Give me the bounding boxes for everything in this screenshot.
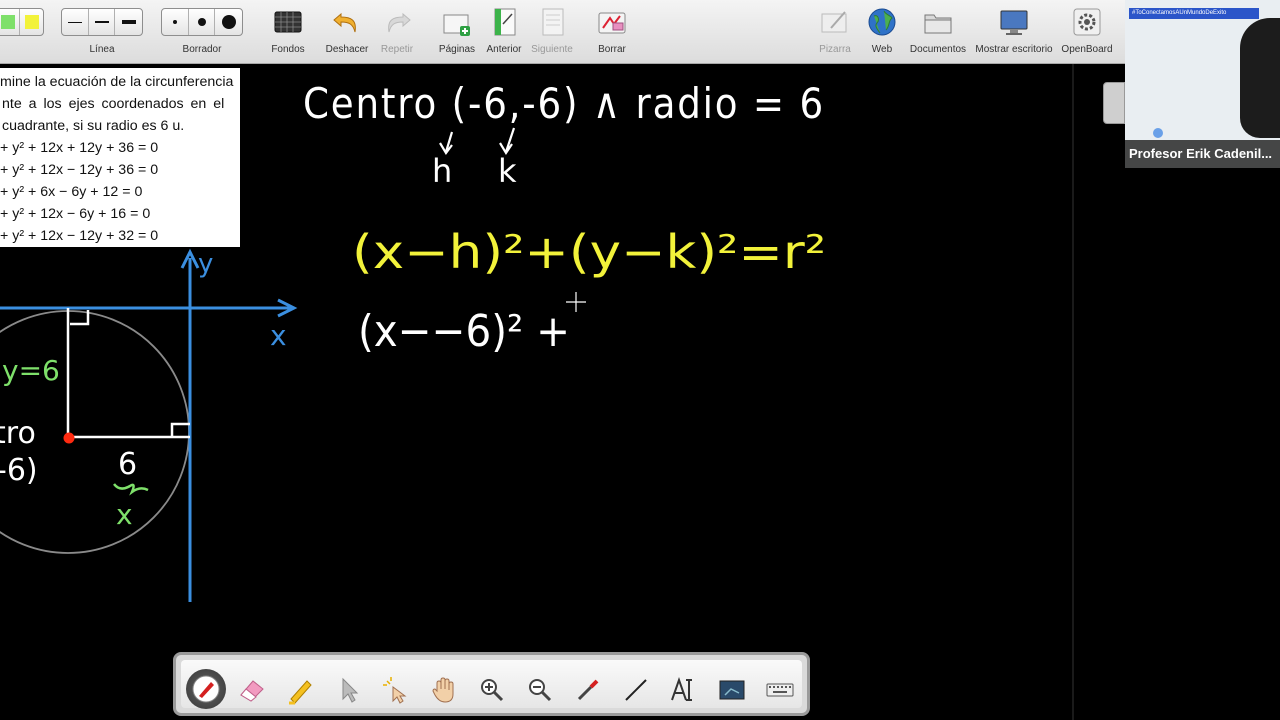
keyboard-icon (766, 683, 794, 697)
line-icon (625, 679, 647, 701)
capture-icon (577, 679, 599, 701)
zoom-in-tool-button[interactable] (473, 670, 511, 710)
zoom-out-icon (529, 679, 552, 702)
centro-radio-text: Centro (-6,-6) ∧ radio = 6 (303, 79, 825, 128)
eraser-icon (240, 680, 264, 702)
highlighter-icon (289, 680, 312, 705)
y-axis (180, 248, 200, 602)
laser-tool-button[interactable] (377, 670, 415, 710)
highlighter-tool-button[interactable] (281, 670, 319, 710)
board-capture-tool-button[interactable] (713, 670, 751, 710)
center-point (63, 432, 75, 444)
hand-tool-button[interactable] (425, 670, 463, 710)
hand-icon (432, 677, 454, 703)
pen-icon (192, 675, 220, 703)
webcam-hashtag: #ToConectamosAUnMundoDeExito (1129, 8, 1259, 19)
laser-icon (383, 677, 407, 704)
x-distance-label: x (116, 498, 133, 531)
brace-mark (113, 483, 149, 496)
h-k-arrows (439, 127, 516, 156)
h-label: h (432, 152, 452, 190)
text-icon (671, 676, 692, 701)
y-equals-six: y=6 (2, 354, 60, 387)
pointer-icon (342, 677, 359, 703)
y-axis-label: y (198, 249, 213, 279)
floating-tool-palette (173, 652, 810, 716)
library-panel-tab[interactable] (1103, 82, 1125, 124)
eraser-tool-button[interactable] (233, 670, 271, 710)
presenter-name: Profesor Erik Cadenil... (1125, 140, 1280, 168)
pen-tool-button[interactable] (186, 669, 226, 709)
presenter-video (1240, 18, 1280, 138)
openboard-app: Línea Borrador Fondos Deshacer Repetir P… (0, 0, 1280, 720)
board-capture-icon (719, 680, 745, 700)
centro-word: tro (0, 416, 36, 451)
partial-substitution: (x−−6)² + (358, 306, 570, 357)
zoom-out-tool-button[interactable] (521, 670, 559, 710)
keyboard-tool-button[interactable] (761, 670, 799, 710)
circle-formula: (x−h)²+(y−k)²=r² (352, 225, 826, 279)
distance-six: 6 (118, 447, 137, 482)
k-label: k (498, 152, 517, 190)
text-tool-button[interactable] (665, 670, 703, 710)
zoom-in-icon (481, 679, 504, 702)
board-right-divider (1072, 64, 1074, 720)
line-tool-button[interactable] (617, 670, 655, 710)
capture-tool-button[interactable] (569, 670, 607, 710)
centro-coordinates: -6) (0, 453, 38, 488)
webcam-indicator-icon (1153, 128, 1163, 138)
pointer-tool-button[interactable] (329, 670, 367, 710)
webcam-overlay: #ToConectamosAUnMundoDeExito Profesor Er… (1125, 0, 1280, 168)
ink-layer: y x y=6 tro -6) 6 x Centro (-6,-6) ∧ rad… (0, 79, 826, 602)
x-axis-label: x (270, 319, 287, 352)
